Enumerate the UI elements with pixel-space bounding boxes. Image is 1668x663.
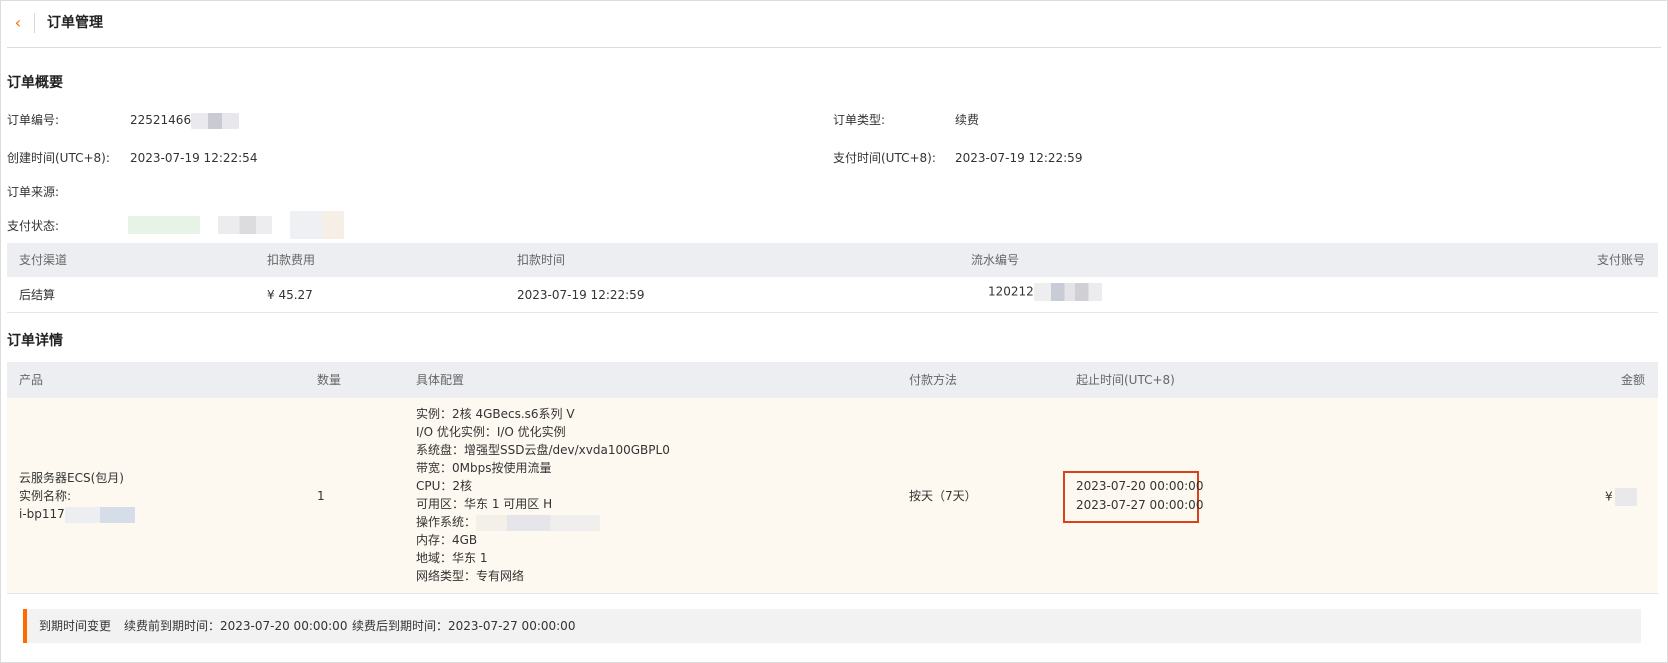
chevron-left-icon[interactable]: ‹ — [9, 13, 27, 33]
config-item: 带宽：0Mbps按使用流量 — [416, 461, 552, 475]
col-amount: 金额 — [1621, 373, 1646, 387]
col-serial-no: 流水编号 — [971, 253, 1020, 267]
col-quantity: 数量 — [317, 373, 342, 387]
redacted-block — [476, 514, 601, 531]
order-no-value: 22521466 — [130, 112, 240, 129]
order-no-label: 订单编号: — [7, 113, 60, 127]
redacted-block — [1033, 283, 1102, 301]
detail-table-row — [7, 398, 1658, 594]
config-item: 可用区：华东 1 可用区 H — [416, 497, 553, 511]
config-list: 实例：2核 4GBecs.s6系列 V I/O 优化实例：I/O 优化实例 系统… — [416, 405, 670, 585]
order-source-label: 订单来源: — [7, 185, 60, 199]
page-frame: ‹ 订单管理 订单概要 订单编号: 22521466 订单类型: 续费 创建时间… — [0, 0, 1668, 663]
notice-before-value: 2023-07-20 00:00:00 — [220, 619, 348, 633]
col-pay-method: 付款方法 — [909, 373, 958, 387]
deduct-amount-cell: ¥ 45.27 — [267, 288, 313, 302]
config-item: 系统盘：增强型SSD云盘/dev/xvda100GBPL0 — [416, 443, 670, 457]
detail-table-header — [7, 362, 1658, 398]
pay-status-label: 支付状态: — [7, 219, 60, 233]
redacted-block — [217, 216, 272, 234]
product-name-cell: 云服务器ECS(包月) — [19, 471, 124, 485]
detail-title: 订单详情 — [7, 333, 63, 349]
paid-time-label: 支付时间(UTC+8): — [833, 151, 936, 165]
instance-id-text: i-bp117 — [19, 507, 65, 521]
amount-currency: ¥ — [1605, 489, 1613, 504]
notice-accent-bar — [23, 609, 27, 643]
notice-title: 到期时间变更 — [39, 619, 112, 633]
config-item: I/O 优化实例：I/O 优化实例 — [416, 425, 566, 439]
header-divider-line — [7, 47, 1661, 48]
instance-name-label: 实例名称: — [19, 489, 72, 503]
redacted-block — [289, 211, 344, 239]
redacted-block — [64, 506, 135, 523]
config-item-os: 操作系统： — [416, 513, 670, 531]
created-time-value: 2023-07-19 12:22:54 — [130, 151, 258, 165]
amount-cell: ¥ — [1605, 488, 1637, 506]
config-item: 实例：2核 4GBecs.s6系列 V — [416, 407, 575, 421]
order-type-value: 续费 — [955, 113, 980, 127]
created-time-label: 创建时间(UTC+8): — [7, 151, 110, 165]
expiry-change-notice: 到期时间变更 续费前到期时间： 2023-07-20 00:00:00 续费后到… — [23, 609, 1641, 643]
header-divider — [34, 13, 35, 33]
redacted-block — [191, 112, 240, 129]
paid-time-value: 2023-07-19 12:22:59 — [955, 151, 1083, 165]
notice-after-label: 续费后到期时间： — [352, 619, 449, 633]
notice-after-value: 2023-07-27 00:00:00 — [448, 619, 576, 633]
col-product: 产品 — [19, 373, 44, 387]
notice-before-label: 续费前到期时间： — [124, 619, 221, 633]
overview-title: 订单概要 — [7, 75, 63, 91]
config-item: 地域：华东 1 — [416, 551, 488, 565]
pay-method-cell: 按天（7天） — [909, 489, 977, 503]
col-pay-account: 支付账号 — [1597, 253, 1646, 267]
config-item: 内存：4GB — [416, 533, 478, 547]
row-divider — [7, 312, 1658, 313]
page-header: ‹ 订单管理 — [1, 1, 1668, 47]
instance-id-cell: i-bp117 — [19, 506, 135, 523]
col-config: 具体配置 — [416, 373, 465, 387]
payment-table-header — [7, 243, 1658, 277]
col-period: 起止时间(UTC+8) — [1076, 373, 1175, 387]
col-pay-channel: 支付渠道 — [19, 253, 68, 267]
quantity-cell: 1 — [317, 489, 325, 503]
start-time-cell: 2023-07-20 00:00:00 — [1076, 479, 1204, 493]
serial-no-cell: 120212 — [988, 283, 1102, 301]
config-item: 网络类型：专有网络 — [416, 569, 525, 583]
pay-status-value — [128, 211, 344, 239]
redacted-block — [128, 216, 200, 234]
end-time-cell: 2023-07-27 00:00:00 — [1076, 498, 1204, 512]
col-deduct-amount: 扣款费用 — [267, 253, 316, 267]
config-os-text: 操作系统： — [416, 515, 477, 529]
col-deduct-time: 扣款时间 — [517, 253, 566, 267]
order-no-text: 22521466 — [130, 113, 192, 127]
page-title: 订单管理 — [47, 15, 103, 31]
order-type-label: 订单类型: — [833, 113, 886, 127]
serial-no-text: 120212 — [988, 284, 1034, 299]
redacted-block — [1614, 488, 1637, 506]
pay-channel-cell: 后结算 — [19, 288, 56, 302]
config-item: CPU：2核 — [416, 479, 473, 493]
deduct-time-cell: 2023-07-19 12:22:59 — [517, 288, 645, 302]
